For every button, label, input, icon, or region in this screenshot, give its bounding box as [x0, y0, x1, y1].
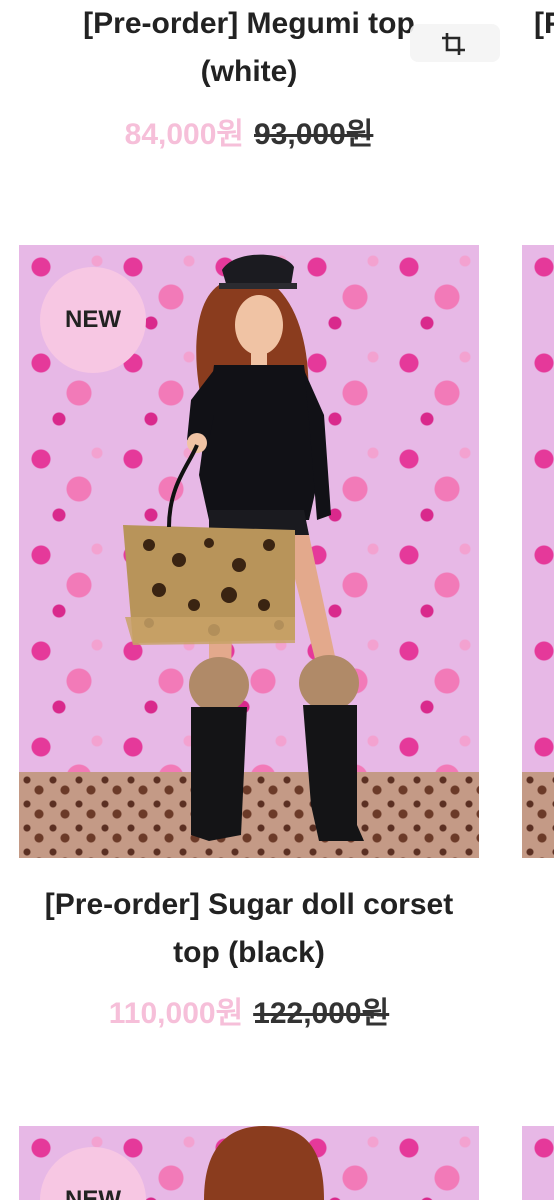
original-price: 122,000원: [253, 997, 390, 1030]
next-product-title: [P: [534, 7, 554, 40]
product-title[interactable]: [Pre-order] Sugar doll corset top (black…: [19, 881, 479, 977]
next-product-card[interactable]: [P: [534, 0, 554, 48]
crop-button[interactable]: [410, 24, 500, 62]
sale-price: 84,000원: [124, 118, 244, 151]
product-card[interactable]: [Pre-order] Sugar doll corset top (black…: [19, 881, 479, 1034]
next-product-image[interactable]: [522, 1126, 554, 1200]
original-price: 93,000원: [254, 118, 374, 151]
product-image[interactable]: NEW: [19, 245, 479, 858]
next-product-image[interactable]: [522, 245, 554, 858]
new-badge: NEW: [40, 267, 146, 373]
crop-icon: [442, 33, 465, 55]
price-row: 84,000원 93,000원: [19, 115, 479, 155]
price-row: 110,000원 122,000원: [19, 994, 479, 1034]
product-title-line: top (black): [173, 936, 325, 969]
product-image[interactable]: NEW: [19, 1126, 479, 1200]
product-title-line: [Pre-order] Sugar doll corset: [44, 888, 454, 921]
sale-price: 110,000원: [108, 997, 244, 1030]
product-card[interactable]: [Pre-order] Megumi top (white) 84,000원 93…: [19, 0, 479, 155]
leopard-floor: [522, 772, 554, 858]
